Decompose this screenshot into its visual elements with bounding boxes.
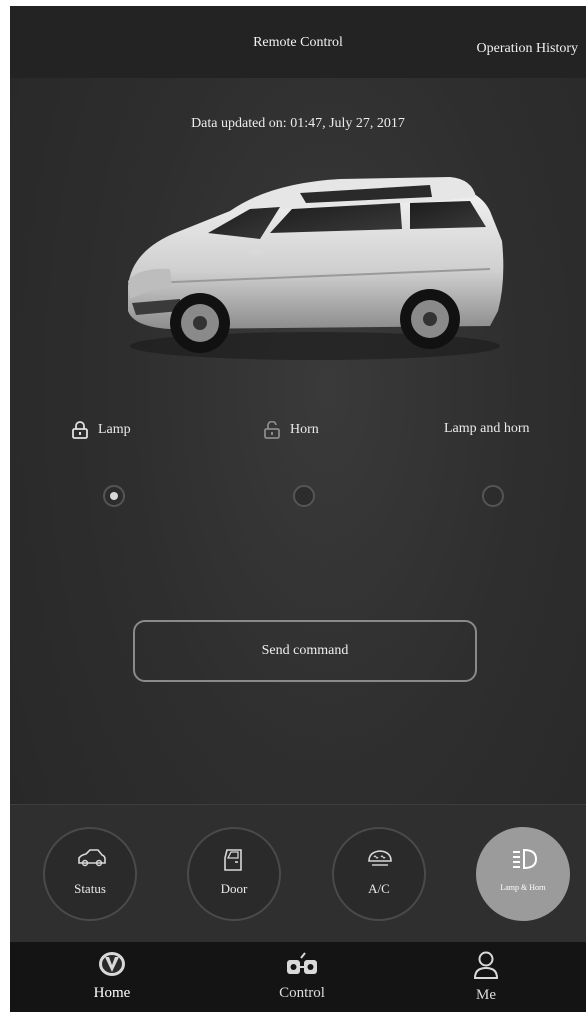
remote-control-screen: Remote Control Operation History Data up… [10,6,586,1012]
option-lamp-and-horn-label: Lamp and horn [444,421,530,436]
mode-lamp-horn[interactable]: Lamp & Horn [476,827,570,921]
remote-control-icon [287,952,317,974]
person-icon [473,951,499,979]
option-lamp-label: Lamp [98,422,131,437]
option-horn[interactable]: Horn [264,421,319,439]
bottom-nav: Home Control Me [10,942,586,1012]
data-updated-text: Data updated on: 01:47, July 27, 2017 [191,116,405,131]
mode-status[interactable]: Status [43,827,137,921]
car-icon [78,849,106,867]
option-horn-label: Horn [290,422,319,437]
nav-control-label: Control [279,985,325,1001]
option-lamp-and-horn[interactable]: Lamp and horn [444,421,530,437]
operation-history-link[interactable]: Operation History [477,41,578,57]
nav-control[interactable]: Control [242,950,362,1002]
top-bar: Remote Control Operation History [10,6,586,78]
mode-status-label: Status [74,881,106,896]
mode-ac[interactable]: A/C [332,827,426,921]
radio-lamp[interactable] [103,485,125,507]
nav-me[interactable]: Me [426,950,546,1004]
mode-door[interactable]: Door [187,827,281,921]
ac-icon [368,850,392,866]
mode-lamp-horn-label: Lamp & Horn [500,883,546,892]
radio-lamp-and-horn[interactable] [482,485,504,507]
door-icon [224,849,242,871]
brand-logo-icon [99,952,125,976]
lock-open-icon [264,421,280,439]
mode-ac-label: A/C [368,881,390,896]
nav-me-label: Me [476,987,496,1003]
mode-selector: Status Door A/C Lamp & Horn [10,804,586,943]
radio-horn[interactable] [293,485,315,507]
car-image [128,177,504,360]
mode-door-label: Door [220,881,248,896]
nav-home[interactable]: Home [52,950,172,1002]
headlight-icon [513,848,538,870]
lock-closed-icon [72,421,88,439]
send-command-button[interactable]: Send command [133,620,477,682]
nav-home-label: Home [93,985,131,1001]
option-lamp[interactable]: Lamp [72,421,131,439]
